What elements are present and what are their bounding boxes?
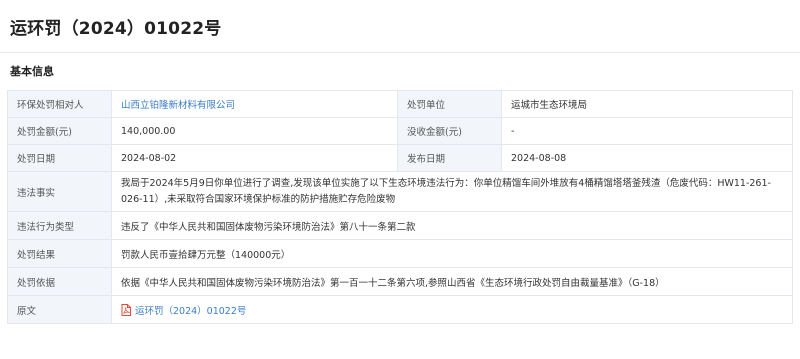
pdf-icon: [121, 303, 131, 316]
confiscation-label: 没收金额(元): [397, 117, 502, 145]
page-title: 运环罚（2024）01022号: [10, 18, 222, 39]
result-label: 处罚结果: [7, 239, 112, 268]
table-row: 处罚金额(元) 140,000.00 没收金额(元) -: [7, 117, 793, 145]
org-value: 运城市生态环境局: [501, 90, 793, 118]
result-value: 罚款人民币壹拾肆万元整（140000元）: [111, 239, 793, 268]
basis-value: 依据《中华人民共和国固体废物污染环境防治法》第一百一十二条第六项,参照山西省《生…: [111, 267, 793, 296]
section-title: 基本信息: [10, 65, 54, 78]
party-link[interactable]: 山西立铂隆新材料有限公司: [121, 100, 235, 111]
penalty-date-value: 2024-08-02: [111, 144, 398, 172]
facts-value: 我局于2024年5月9日你单位进行了调查,发现该单位实施了以下生态环境违法行为：…: [111, 171, 793, 212]
party-label: 环保处罚相对人: [7, 90, 112, 118]
violation-type-label: 违法行为类型: [7, 211, 112, 240]
original-label: 原文: [7, 295, 112, 324]
org-label: 处罚单位: [397, 90, 502, 118]
original-value-cell: 运环罚（2024）01022号: [111, 295, 793, 324]
basic-info-table: 环保处罚相对人 山西立铂隆新材料有限公司 处罚单位 运城市生态环境局 处罚金额(…: [7, 90, 793, 324]
table-row: 环保处罚相对人 山西立铂隆新材料有限公司 处罚单位 运城市生态环境局: [7, 90, 793, 118]
table-row: 原文 运环罚（2024）01022号: [7, 295, 793, 324]
basis-label: 处罚依据: [7, 267, 112, 296]
original-document-name: 运环罚（2024）01022号: [135, 305, 247, 317]
party-value-cell: 山西立铂隆新材料有限公司: [111, 90, 398, 118]
table-row: 处罚依据 依据《中华人民共和国固体废物污染环境防治法》第一百一十二条第六项,参照…: [7, 267, 793, 296]
table-row: 处罚结果 罚款人民币壹拾肆万元整（140000元）: [7, 239, 793, 268]
facts-label: 违法事实: [7, 171, 112, 212]
publish-date-label: 发布日期: [397, 144, 502, 172]
title-bar: 运环罚（2024）01022号: [0, 0, 800, 52]
publish-date-value: 2024-08-08: [501, 144, 793, 172]
table-row: 违法行为类型 违反了《中华人民共和国固体废物污染环境防治法》第八十一条第二款: [7, 211, 793, 240]
violation-type-value: 违反了《中华人民共和国固体废物污染环境防治法》第八十一条第二款: [111, 211, 793, 240]
fine-value: 140,000.00: [111, 117, 398, 145]
fine-label: 处罚金额(元): [7, 117, 112, 145]
section-header: 基本信息: [0, 53, 800, 84]
table-row: 处罚日期 2024-08-02 发布日期 2024-08-08: [7, 144, 793, 172]
table-row: 违法事实 我局于2024年5月9日你单位进行了调查,发现该单位实施了以下生态环境…: [7, 171, 793, 212]
penalty-date-label: 处罚日期: [7, 144, 112, 172]
confiscation-value: -: [501, 117, 793, 145]
original-document-link[interactable]: 运环罚（2024）01022号: [121, 303, 247, 317]
